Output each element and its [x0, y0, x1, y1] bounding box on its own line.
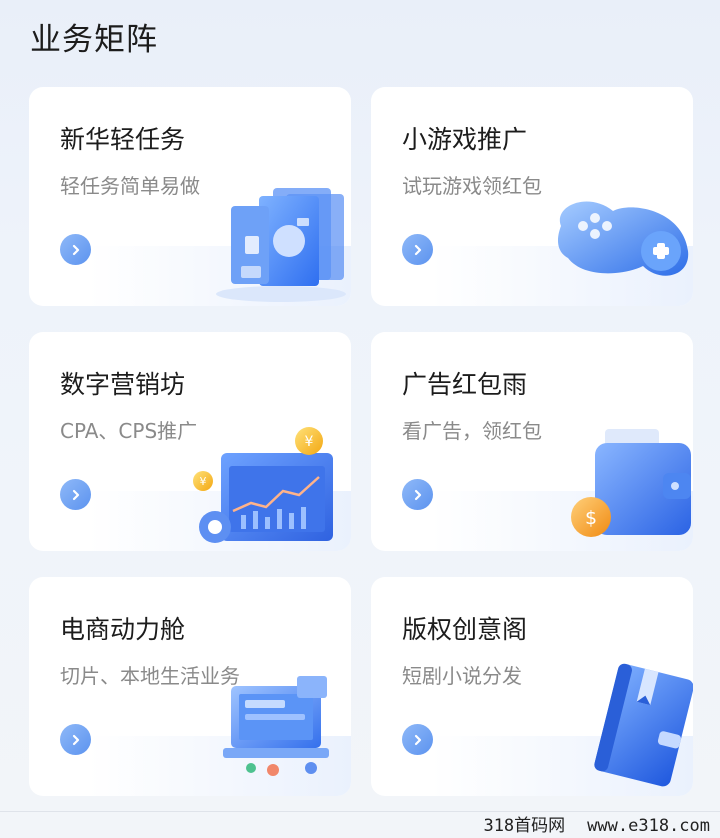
watermark-url: www.e318.com [587, 816, 710, 836]
card-subtitle: 轻任务简单易做 [60, 174, 200, 198]
card-ad-redpacket[interactable]: 广告红包雨 看广告，领红包 $ [371, 332, 693, 551]
card-digital-marketing[interactable]: 数字营销坊 CPA、CPS推广 ¥ ¥ [29, 332, 351, 551]
card-subtitle: 看广告，领红包 [402, 419, 542, 443]
arrow-right-icon[interactable] [402, 479, 433, 510]
card-title: 广告红包雨 [402, 370, 528, 399]
card-subtitle: CPA、CPS推广 [60, 419, 198, 443]
card-task[interactable]: 新华轻任务 轻任务简单易做 [29, 87, 351, 306]
laptop-icon [223, 676, 329, 776]
card-title: 小游戏推广 [402, 125, 528, 154]
wallet-coin-icon: $ [571, 429, 691, 537]
card-minigame[interactable]: 小游戏推广 试玩游戏领红包 [371, 87, 693, 306]
card-title: 新华轻任务 [60, 125, 186, 154]
card-title: 数字营销坊 [60, 370, 186, 399]
gamepad-icon [557, 201, 689, 276]
arrow-right-icon[interactable] [402, 724, 433, 755]
task-screens-icon [216, 188, 346, 302]
arrow-right-icon[interactable] [402, 234, 433, 265]
arrow-right-icon[interactable] [60, 234, 91, 265]
watermark: 318首码网 www.e318.com [483, 811, 710, 836]
card-subtitle: 试玩游戏领红包 [402, 174, 542, 198]
card-title: 版权创意阁 [402, 615, 528, 644]
card-ecommerce[interactable]: 电商动力舱 切片、本地生活业务 [29, 577, 351, 796]
card-title: 电商动力舱 [60, 615, 186, 644]
card-copyright[interactable]: 版权创意阁 短剧小说分发 [371, 577, 693, 796]
svg-text:$: $ [585, 507, 597, 529]
arrow-right-icon[interactable] [60, 479, 91, 510]
svg-text:¥: ¥ [200, 475, 207, 488]
arrow-right-icon[interactable] [60, 724, 91, 755]
book-icon [594, 663, 693, 787]
page-title: 业务矩阵 [30, 22, 158, 58]
chart-coins-icon: ¥ ¥ [193, 427, 333, 543]
card-subtitle: 短剧小说分发 [402, 664, 522, 688]
svg-text:¥: ¥ [305, 434, 314, 450]
watermark-site-name: 318首码网 [483, 816, 566, 836]
